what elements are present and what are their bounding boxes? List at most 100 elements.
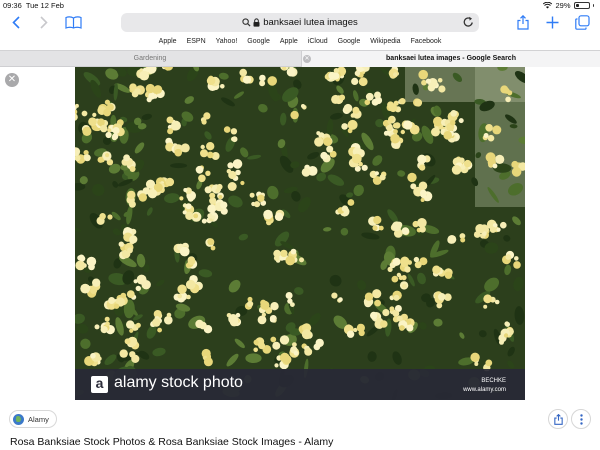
flower bbox=[505, 96, 511, 103]
flower bbox=[401, 227, 410, 235]
favorite-link[interactable]: Apple bbox=[275, 36, 303, 48]
favorite-link[interactable]: Yahoo! bbox=[211, 36, 243, 48]
flower bbox=[226, 169, 232, 174]
flower bbox=[437, 78, 443, 83]
flower bbox=[401, 275, 407, 281]
bookmarks-icon[interactable] bbox=[63, 12, 83, 32]
flower bbox=[223, 126, 231, 133]
flower bbox=[280, 249, 288, 258]
flower bbox=[135, 322, 141, 328]
favorite-link[interactable]: ESPN bbox=[182, 36, 211, 48]
flower bbox=[138, 193, 147, 202]
flower bbox=[92, 112, 97, 117]
flower bbox=[180, 143, 190, 153]
flower bbox=[100, 326, 108, 334]
flower bbox=[220, 201, 228, 209]
flower bbox=[207, 151, 214, 159]
flower bbox=[231, 136, 238, 143]
flower bbox=[200, 149, 208, 158]
flower bbox=[133, 279, 138, 284]
flower bbox=[400, 129, 405, 135]
tab-gardening[interactable]: Gardening bbox=[0, 51, 300, 67]
flower bbox=[77, 255, 83, 261]
flower bbox=[399, 98, 406, 105]
close-icon[interactable]: ✕ bbox=[5, 73, 19, 87]
flower bbox=[107, 214, 113, 220]
reload-icon[interactable] bbox=[463, 16, 474, 31]
forward-icon[interactable] bbox=[36, 12, 52, 32]
flower bbox=[97, 156, 104, 163]
source-chip[interactable]: Alamy bbox=[9, 410, 57, 428]
flower bbox=[328, 72, 336, 80]
flower bbox=[228, 314, 239, 324]
flower bbox=[232, 159, 243, 169]
back-icon[interactable] bbox=[8, 12, 24, 32]
flower bbox=[414, 261, 422, 269]
new-tab-icon[interactable] bbox=[543, 12, 561, 32]
flower bbox=[118, 241, 124, 247]
flower bbox=[139, 70, 150, 81]
flower bbox=[134, 88, 141, 95]
favorite-link[interactable]: Apple bbox=[154, 36, 182, 48]
flower bbox=[418, 69, 429, 80]
tab-close-icon[interactable]: ✕ bbox=[303, 55, 311, 63]
flower bbox=[489, 226, 497, 233]
flower bbox=[372, 225, 378, 231]
favorite-link[interactable]: Facebook bbox=[406, 36, 447, 48]
flower bbox=[316, 131, 321, 136]
flower bbox=[253, 339, 259, 345]
battery-level bbox=[575, 4, 579, 7]
share-icon[interactable] bbox=[514, 12, 532, 32]
flower bbox=[495, 154, 505, 164]
status-indicators: 29% bbox=[543, 1, 594, 10]
flower bbox=[389, 306, 395, 312]
flower bbox=[438, 293, 446, 301]
flower bbox=[206, 142, 214, 150]
flower bbox=[207, 213, 213, 219]
flower bbox=[75, 155, 81, 161]
flower bbox=[177, 284, 187, 294]
tab-google-search[interactable]: banksaei lutea images - Google Search bbox=[301, 51, 600, 67]
favorite-link[interactable]: Wikipedia bbox=[365, 36, 405, 48]
flower bbox=[270, 302, 279, 311]
flower bbox=[105, 153, 110, 158]
flower bbox=[483, 294, 493, 304]
flower bbox=[390, 133, 400, 144]
flower bbox=[299, 257, 304, 263]
flower bbox=[387, 101, 394, 109]
favorite-link[interactable]: iCloud bbox=[303, 36, 333, 48]
result-image[interactable]: a alamy stock photo BECHKE www.alamy.com bbox=[75, 67, 525, 400]
flower bbox=[119, 349, 128, 358]
flower bbox=[450, 110, 458, 117]
flower bbox=[374, 171, 379, 176]
more-options-button[interactable] bbox=[571, 409, 591, 429]
flower bbox=[86, 256, 97, 267]
flower bbox=[402, 283, 407, 289]
flower bbox=[203, 357, 213, 367]
flower bbox=[379, 174, 386, 181]
favorite-link[interactable]: Google bbox=[333, 36, 366, 48]
favorite-link[interactable]: Google bbox=[242, 36, 275, 48]
flower bbox=[90, 353, 96, 359]
tabs-icon[interactable] bbox=[572, 12, 592, 32]
flower bbox=[420, 189, 427, 197]
result-title[interactable]: Rosa Banksiae Stock Photos & Rosa Banksi… bbox=[10, 436, 333, 448]
flower bbox=[90, 287, 98, 294]
flower bbox=[75, 260, 86, 271]
flower bbox=[449, 119, 456, 126]
flower bbox=[263, 209, 273, 220]
status-date: Tue 12 Feb bbox=[25, 1, 64, 10]
flower bbox=[282, 355, 292, 365]
flower bbox=[444, 271, 453, 279]
flower bbox=[257, 315, 267, 325]
flower bbox=[185, 211, 194, 220]
flower bbox=[201, 119, 207, 125]
flower bbox=[470, 352, 480, 362]
flower bbox=[463, 159, 472, 168]
flower bbox=[364, 292, 374, 301]
flower bbox=[165, 177, 175, 187]
flower bbox=[141, 280, 151, 290]
flower bbox=[443, 131, 453, 140]
share-image-button[interactable] bbox=[548, 409, 568, 429]
address-bar[interactable]: banksaei lutea images bbox=[121, 13, 479, 32]
